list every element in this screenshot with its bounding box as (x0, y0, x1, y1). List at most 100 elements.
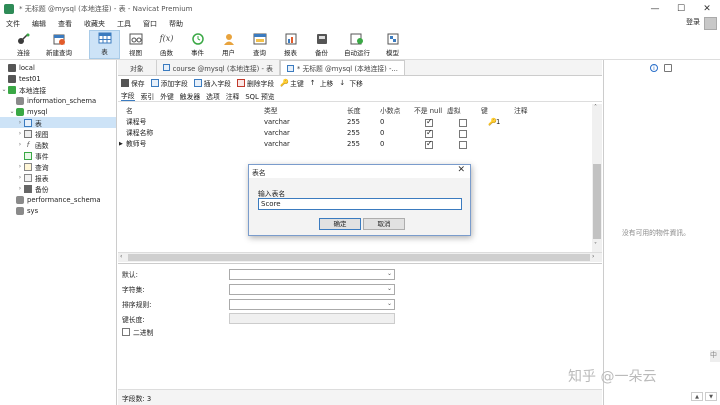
ddl-icon[interactable] (664, 64, 672, 72)
tab-course[interactable]: course @mysql (本地连接) - 表 (157, 60, 280, 75)
tab-untitled[interactable]: * 无标题 @mysql (本地连接) -... (279, 60, 405, 75)
tree-item-sys[interactable]: sys (0, 205, 116, 216)
tree-item-reports[interactable]: › 报表 (0, 172, 116, 183)
scroll-thumb[interactable] (128, 254, 590, 261)
subtab-comment[interactable]: 注释 (226, 91, 240, 101)
tree-item-events[interactable]: 事件 (0, 150, 116, 161)
ok-button[interactable]: 确定 (319, 218, 361, 230)
not-null-checkbox[interactable] (425, 139, 433, 149)
login-link[interactable]: 登录 (686, 17, 700, 27)
cancel-button[interactable]: 取消 (363, 218, 405, 230)
subtab-triggers[interactable]: 触发器 (180, 91, 200, 101)
chevron-right-icon[interactable]: › (16, 119, 24, 126)
tree-item-mysql[interactable]: ⌄ mysql (0, 106, 116, 117)
tree-item-tables[interactable]: › 表 (0, 117, 116, 128)
subtab-sql-preview[interactable]: SQL 预览 (245, 91, 274, 101)
field-decimals-cell[interactable]: 0 (380, 128, 384, 139)
chevron-right-icon[interactable]: › (16, 174, 24, 181)
tree-item-local-connection[interactable]: ⌄ 本地连接 (0, 84, 116, 95)
delete-field-button[interactable]: 删除字段 (236, 78, 274, 88)
table-row[interactable]: 课程名称 varchar 255 0 (118, 128, 592, 139)
tree-item-functions[interactable]: › f 函数 (0, 139, 116, 150)
grid-horizontal-scrollbar[interactable]: ‹ › (118, 252, 602, 262)
virtual-checkbox[interactable] (459, 130, 467, 138)
scroll-up-button[interactable]: ▲ (691, 392, 703, 401)
toolbar-event-button[interactable]: 事件 (182, 30, 213, 59)
chevron-down-icon[interactable]: ˅ (594, 242, 597, 249)
maximize-button[interactable]: ☐ (668, 0, 694, 17)
field-length-cell[interactable]: 255 (347, 128, 360, 139)
toolbar-view-button[interactable]: 视图 (120, 30, 151, 59)
chevron-right-icon[interactable]: › (16, 141, 24, 148)
field-type-cell[interactable]: varchar (264, 139, 290, 150)
virtual-checkbox[interactable] (459, 119, 467, 127)
tree-item-views[interactable]: › 视图 (0, 128, 116, 139)
toolbar-query-button[interactable]: 查询 (244, 30, 275, 59)
menu-favorites[interactable]: 收藏夹 (78, 19, 111, 29)
toolbar-new-query-button[interactable]: 新建查询 (39, 30, 79, 59)
grid-vertical-scrollbar[interactable]: ˄ ˅ (592, 104, 602, 252)
minimize-button[interactable]: — (642, 0, 668, 17)
toolbar-automation-button[interactable]: 自动运行 (337, 30, 377, 59)
info-icon[interactable]: i (650, 64, 658, 72)
subtab-options[interactable]: 选项 (206, 91, 220, 101)
tree-item-queries[interactable]: › 查询 (0, 161, 116, 172)
table-row[interactable]: ▶ 教师号 varchar 255 0 (118, 139, 592, 150)
binary-option[interactable]: 二进制 (122, 326, 153, 338)
field-decimals-cell[interactable]: 0 (380, 139, 384, 150)
scroll-down-button[interactable]: ▼ (705, 392, 717, 401)
not-null-checkbox[interactable] (425, 128, 433, 138)
default-select[interactable]: ⌄ (229, 269, 395, 280)
menu-tools[interactable]: 工具 (111, 19, 137, 29)
table-name-input[interactable]: Score (258, 198, 462, 210)
move-up-button[interactable]: ↑ 上移 (310, 78, 334, 88)
chevron-right-icon[interactable]: › (16, 185, 24, 192)
add-field-button[interactable]: 添加字段 (150, 78, 188, 88)
field-length-cell[interactable]: 255 (347, 117, 360, 128)
field-type-cell[interactable]: varchar (264, 128, 290, 139)
chevron-right-icon[interactable]: › (592, 253, 594, 260)
field-name-cell[interactable]: 课程号 (126, 117, 146, 128)
field-name-cell[interactable]: 教师号 (126, 139, 146, 150)
save-button[interactable]: 保存 (121, 78, 145, 88)
chevron-down-icon[interactable]: ⌄ (0, 86, 8, 93)
toolbar-function-button[interactable]: f(x) 函数 (151, 30, 182, 59)
field-name-cell[interactable]: 课程名称 (126, 128, 153, 139)
chevron-right-icon[interactable]: › (16, 163, 24, 170)
chevron-left-icon[interactable]: ‹ (120, 253, 122, 260)
close-icon[interactable]: ✕ (457, 165, 465, 175)
tree-item-backups[interactable]: › 备份 (0, 183, 116, 194)
menu-help[interactable]: 帮助 (163, 19, 189, 29)
toolbar-user-button[interactable]: 用户 (213, 30, 244, 59)
move-down-button[interactable]: ↓ 下移 (339, 78, 363, 88)
field-type-cell[interactable]: varchar (264, 117, 290, 128)
binary-checkbox[interactable] (122, 328, 130, 336)
primary-key-button[interactable]: 🔑 主键 (280, 78, 304, 88)
chevron-down-icon[interactable]: ⌄ (8, 108, 16, 115)
key-length-input[interactable] (229, 313, 395, 324)
tree-item-information-schema[interactable]: information_schema (0, 95, 116, 106)
toolbar-connection-button[interactable]: 连接 (8, 30, 39, 59)
toolbar-backup-button[interactable]: 备份 (306, 30, 337, 59)
charset-select[interactable]: ⌄ (229, 284, 395, 295)
field-decimals-cell[interactable]: 0 (380, 117, 384, 128)
subtab-foreign-keys[interactable]: 外键 (160, 91, 174, 101)
tree-item-local[interactable]: local (0, 62, 116, 73)
collation-select[interactable]: ⌄ (229, 299, 395, 310)
table-row[interactable]: 课程号 varchar 255 0 🔑 1 (118, 117, 592, 128)
toolbar-table-button[interactable]: 表 (89, 30, 120, 59)
menu-window[interactable]: 窗口 (137, 19, 163, 29)
subtab-fields[interactable]: 字段 (121, 90, 135, 101)
menu-file[interactable]: 文件 (0, 19, 26, 29)
field-length-cell[interactable]: 255 (347, 139, 360, 150)
scroll-thumb[interactable] (593, 164, 601, 239)
chevron-right-icon[interactable]: › (16, 130, 24, 137)
tree-item-performance-schema[interactable]: performance_schema (0, 194, 116, 205)
avatar[interactable] (704, 17, 717, 30)
chevron-up-icon[interactable]: ˄ (594, 104, 597, 111)
not-null-checkbox[interactable] (425, 117, 433, 127)
virtual-checkbox[interactable] (459, 141, 467, 149)
insert-field-button[interactable]: 插入字段 (193, 78, 231, 88)
close-window-button[interactable]: ✕ (694, 0, 720, 17)
menu-edit[interactable]: 编辑 (26, 19, 52, 29)
